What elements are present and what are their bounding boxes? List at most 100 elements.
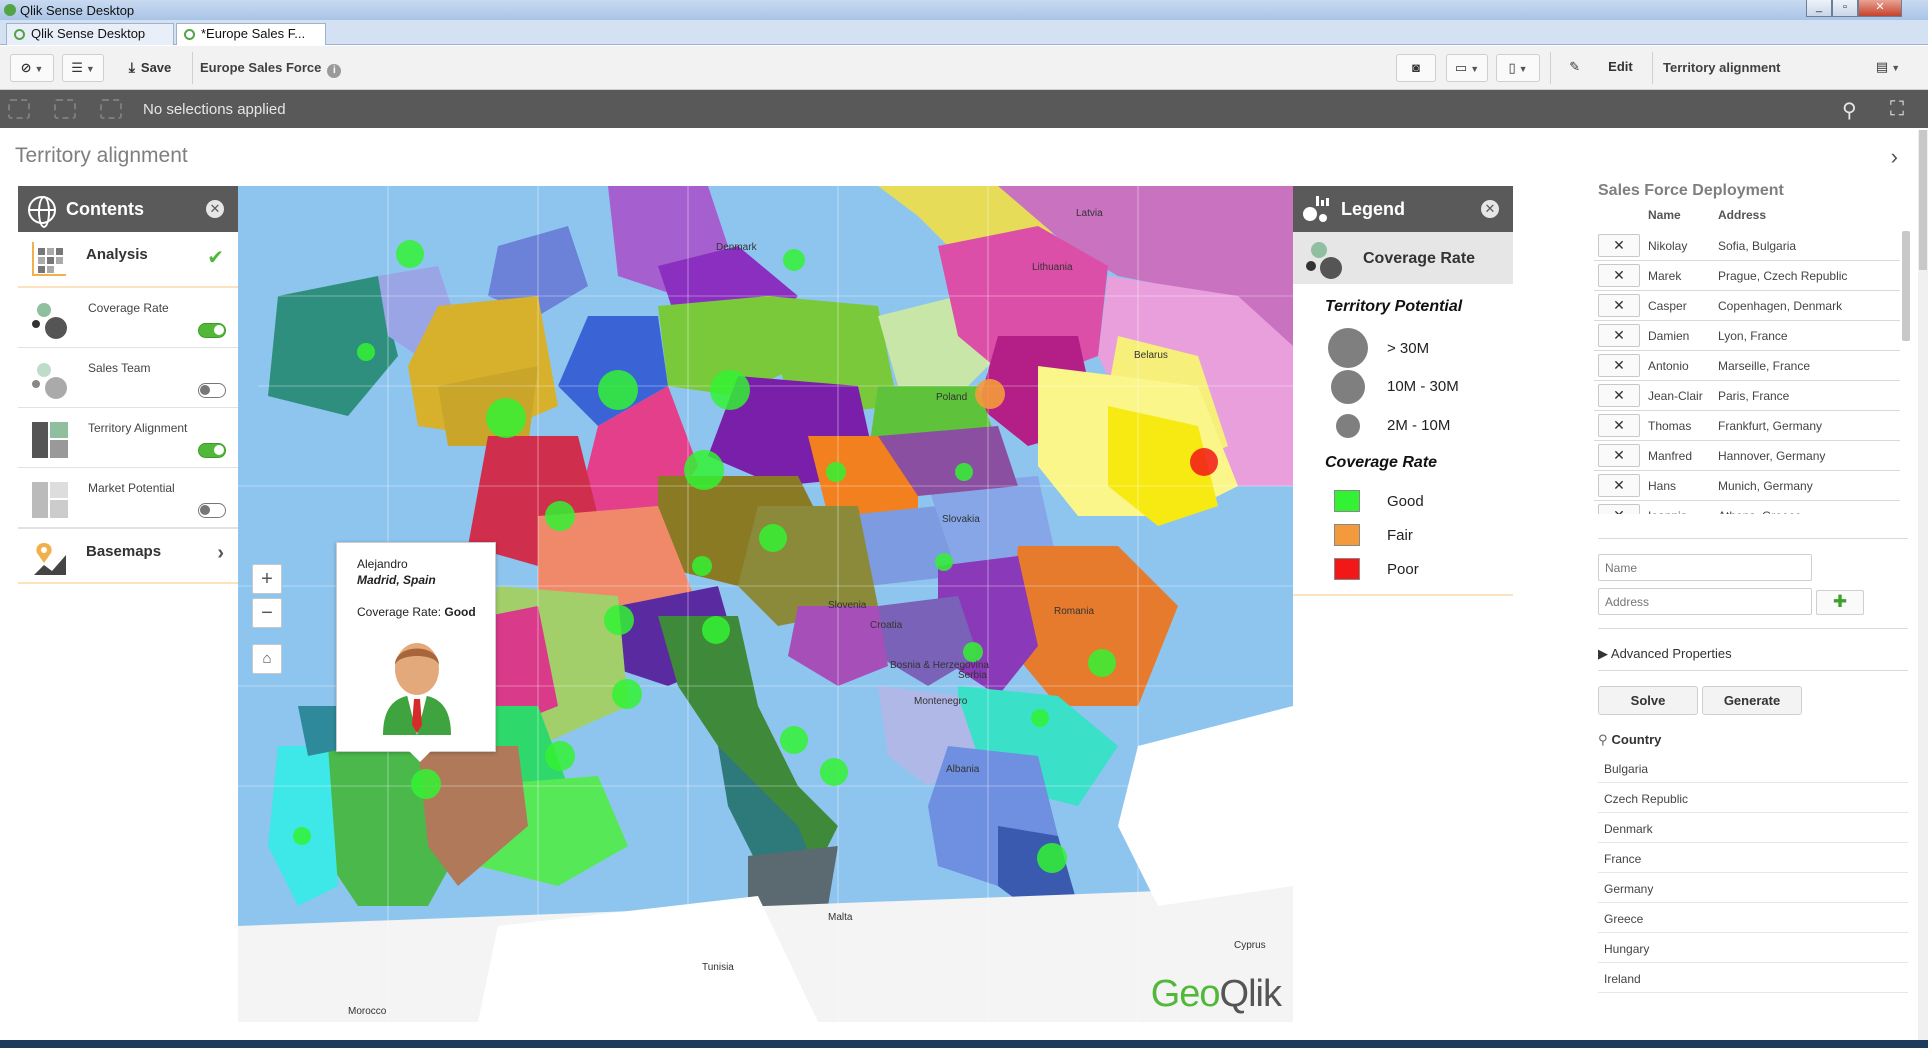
tab-europe-sales[interactable]: *Europe Sales F... ✕	[176, 23, 326, 62]
remove-row-button[interactable]: ✕	[1598, 474, 1640, 497]
remove-row-button[interactable]: ✕	[1598, 444, 1640, 467]
layer-label: Sales Team	[88, 361, 151, 375]
country-item[interactable]: Denmark	[1598, 813, 1908, 843]
current-sheet-name[interactable]: Territory alignment	[1663, 60, 1781, 75]
coverage-bubble[interactable]	[935, 553, 953, 571]
coverage-bubble[interactable]	[692, 556, 712, 576]
coverage-bubble[interactable]	[604, 605, 634, 635]
remove-row-button[interactable]: ✕	[1598, 234, 1640, 257]
coverage-bubble[interactable]	[1037, 843, 1067, 873]
coverage-bubble[interactable]	[486, 398, 526, 438]
maximize-button[interactable]: ▫	[1832, 0, 1858, 17]
remove-row-button[interactable]: ✕	[1598, 324, 1640, 347]
coverage-bubble[interactable]	[598, 370, 638, 410]
country-item[interactable]: Bulgaria	[1598, 753, 1908, 783]
next-sheet-chevron-icon[interactable]: ›	[1891, 144, 1898, 170]
remove-row-button[interactable]: ✕	[1598, 384, 1640, 407]
coverage-bubble[interactable]	[780, 726, 808, 754]
add-salesperson-button[interactable]: ✚	[1816, 590, 1864, 615]
coverage-bubble[interactable]	[702, 616, 730, 644]
sheets-button[interactable]: ▤ ▼	[1866, 54, 1910, 82]
remove-row-button[interactable]: ✕	[1598, 504, 1640, 514]
coverage-bubble[interactable]	[963, 642, 983, 662]
edit-button[interactable]: ✎ Edit	[1558, 54, 1644, 82]
country-item[interactable]: Ireland	[1598, 963, 1908, 993]
coverage-bubble[interactable]	[293, 827, 311, 845]
coverage-bubble[interactable]	[684, 450, 724, 490]
home-icon[interactable]: ⌂	[252, 644, 282, 674]
country-item[interactable]: France	[1598, 843, 1908, 873]
clear-all-icon[interactable]	[100, 99, 122, 119]
bookmark-button[interactable]: ▯ ▼	[1496, 54, 1540, 82]
search-icon[interactable]: ⚲	[1842, 98, 1857, 123]
selections-tool-icon[interactable]: ⛶	[1890, 98, 1904, 121]
col-name-header[interactable]: Name	[1648, 208, 1681, 222]
coverage-bubble[interactable]	[759, 524, 787, 552]
coverage-bubble[interactable]	[955, 463, 973, 481]
remove-row-button[interactable]: ✕	[1598, 354, 1640, 377]
table-scrollbar[interactable]	[1902, 231, 1910, 341]
country-item[interactable]: Germany	[1598, 873, 1908, 903]
coverage-bubble[interactable]	[612, 679, 642, 709]
country-item[interactable]: Czech Republic	[1598, 783, 1908, 813]
save-button[interactable]: ⤓ Save	[114, 54, 186, 82]
sheet-scrollbar[interactable]	[1918, 130, 1928, 1040]
country-item[interactable]: Greece	[1598, 903, 1908, 933]
legend-layer-row: Coverage Rate	[1293, 232, 1513, 284]
coverage-bubble[interactable]	[357, 343, 375, 361]
legend-header: Legend ✕	[1293, 186, 1513, 232]
map-label: Slovenia	[828, 600, 867, 611]
step-forward-icon[interactable]	[54, 99, 76, 119]
close-legend-icon[interactable]: ✕	[1481, 200, 1499, 218]
close-window-button[interactable]: ✕	[1858, 0, 1902, 17]
coverage-bubble[interactable]	[545, 741, 575, 771]
remove-row-button[interactable]: ✕	[1598, 264, 1640, 287]
coverage-rate-toggle[interactable]	[198, 323, 226, 338]
chevron-down-icon[interactable]: ✔	[207, 245, 224, 270]
basemaps-section[interactable]: Basemaps ›	[18, 528, 238, 584]
qlik-app-icon	[4, 4, 16, 16]
info-icon[interactable]: i	[327, 64, 342, 78]
step-back-icon[interactable]	[8, 99, 30, 119]
address-input[interactable]	[1598, 588, 1812, 615]
coverage-bubble[interactable]	[783, 249, 805, 271]
market-potential-toggle[interactable]	[198, 503, 226, 518]
coverage-bubble[interactable]	[826, 462, 846, 482]
solve-button[interactable]: Solve	[1598, 686, 1698, 715]
advanced-properties-toggle[interactable]: ▶ Advanced Properties	[1598, 646, 1732, 662]
coverage-bubble[interactable]	[545, 501, 575, 531]
zoom-in-button[interactable]: +	[252, 564, 282, 594]
story-button[interactable]: ▭ ▼	[1446, 54, 1488, 82]
remove-row-button[interactable]: ✕	[1598, 414, 1640, 437]
zoom-out-button[interactable]: −	[252, 598, 282, 628]
country-item[interactable]: Hungary	[1598, 933, 1908, 963]
close-contents-icon[interactable]: ✕	[206, 200, 224, 218]
snapshot-button[interactable]: ◙	[1396, 54, 1436, 82]
sales-team-toggle[interactable]	[198, 383, 226, 398]
col-address-header[interactable]: Address	[1718, 208, 1766, 222]
coverage-bubble[interactable]	[1088, 649, 1116, 677]
navigation-menu-button[interactable]: ⊘ ▼	[10, 54, 54, 82]
generate-button[interactable]: Generate	[1702, 686, 1802, 715]
map-label: Belarus	[1134, 350, 1168, 361]
coverage-bubble[interactable]	[1190, 448, 1218, 476]
name-input[interactable]	[1598, 554, 1812, 581]
coverage-bubble[interactable]	[820, 758, 848, 786]
coverage-bubble[interactable]	[411, 769, 441, 799]
territory-map[interactable]: Latvia Lithuania Denmark Belarus Poland …	[238, 186, 1293, 1022]
deployment-row: ✕ Casper Copenhagen, Denmark	[1594, 291, 1900, 321]
coverage-bubble[interactable]	[710, 370, 750, 410]
territory-alignment-toggle[interactable]	[198, 443, 226, 458]
deployment-row: ✕ Damien Lyon, France	[1594, 321, 1900, 351]
coverage-bubble[interactable]	[396, 240, 424, 268]
tab-hub[interactable]: Qlik Sense Desktop hub	[6, 23, 174, 61]
country-filter-header[interactable]: ⚲ Country	[1598, 732, 1661, 748]
analysis-section[interactable]: Analysis ✔	[18, 232, 238, 288]
chevron-right-icon[interactable]: ›	[217, 542, 224, 565]
coverage-bubble[interactable]	[975, 379, 1005, 409]
global-menu-button[interactable]: ☰ ▼	[62, 54, 104, 82]
scrollbar-thumb[interactable]	[1919, 130, 1927, 270]
minimize-button[interactable]: _	[1806, 0, 1832, 17]
coverage-bubble[interactable]	[1031, 709, 1049, 727]
remove-row-button[interactable]: ✕	[1598, 294, 1640, 317]
